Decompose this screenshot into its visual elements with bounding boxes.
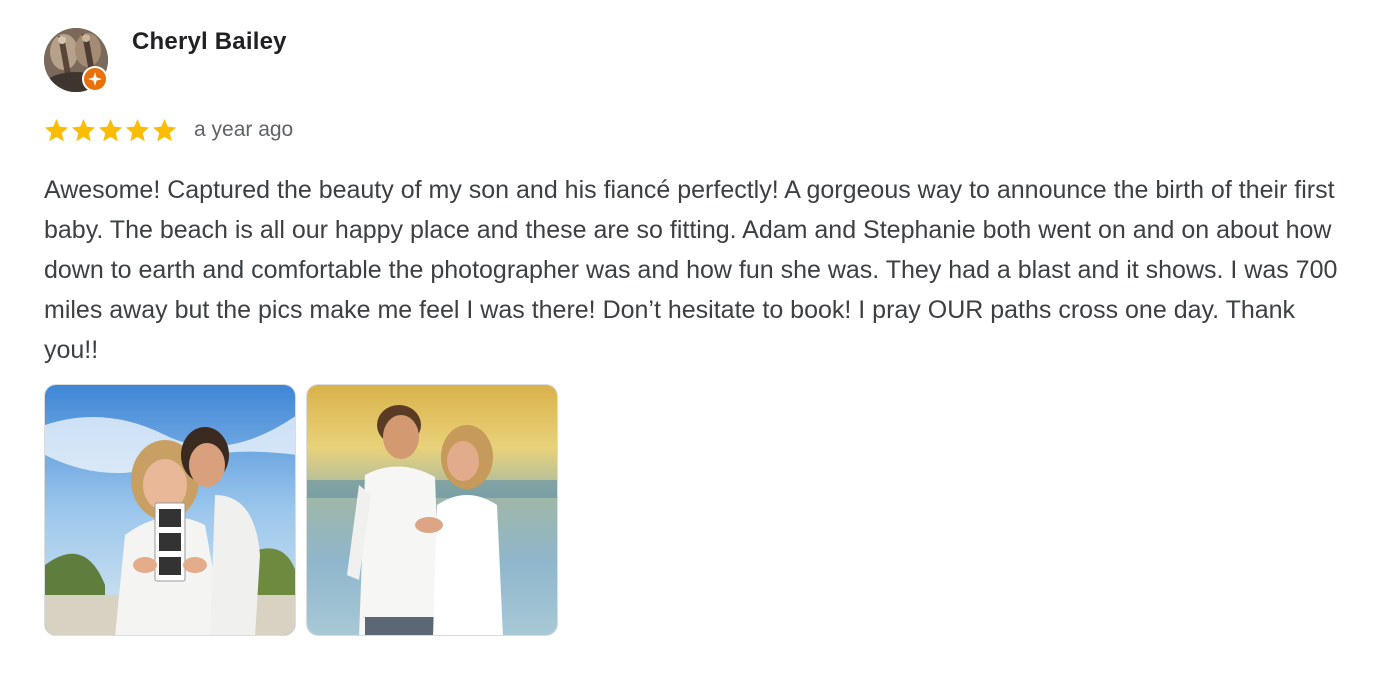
reviewer-avatar[interactable] — [44, 28, 108, 92]
local-guide-star-icon — [82, 66, 108, 92]
star-icon — [152, 118, 177, 141]
star-icon — [98, 118, 123, 141]
star-icon — [71, 118, 96, 141]
reviewer-name[interactable]: Cheryl Bailey — [132, 28, 287, 56]
star-icon — [125, 118, 150, 141]
review-card: Cheryl Bailey a year ago Awesome! Captur… — [0, 0, 1379, 681]
review-photo[interactable] — [306, 384, 558, 636]
review-text: Awesome! Captured the beauty of my son a… — [44, 176, 1338, 364]
review-photo[interactable] — [44, 384, 296, 636]
review-photos — [44, 384, 568, 636]
rating-row: a year ago — [43, 116, 293, 144]
star-icon — [44, 118, 69, 141]
star-rating — [43, 117, 178, 144]
review-timestamp: a year ago — [194, 118, 294, 141]
